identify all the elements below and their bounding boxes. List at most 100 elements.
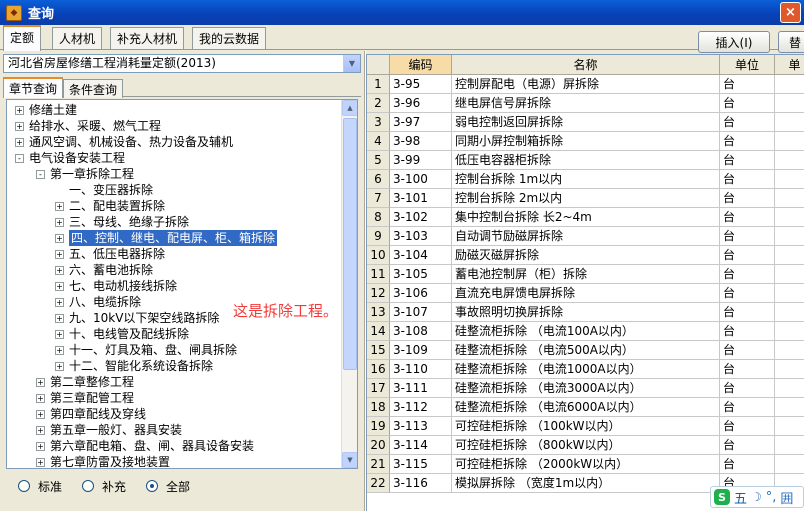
cell-name[interactable]: 直流充电屏馈电屏拆除 bbox=[452, 284, 720, 303]
cell-price[interactable]: 9 bbox=[775, 303, 804, 322]
header-unit[interactable]: 单位 bbox=[720, 55, 775, 75]
cell-unit[interactable]: 台 bbox=[720, 284, 775, 303]
cell-name[interactable]: 控制台拆除 1m以内 bbox=[452, 170, 720, 189]
cell-name[interactable]: 低压电容器柜拆除 bbox=[452, 151, 720, 170]
cell-code[interactable]: 3-97 bbox=[390, 113, 452, 132]
row-number[interactable]: 9 bbox=[367, 227, 390, 246]
cell-code[interactable]: 3-109 bbox=[390, 341, 452, 360]
tree-item[interactable]: + 第二章整修工程 bbox=[36, 374, 134, 390]
cell-price[interactable]: 2 bbox=[775, 322, 804, 341]
cell-price[interactable]: 8 bbox=[775, 132, 804, 151]
replace-button[interactable]: 替 bbox=[778, 31, 804, 53]
cell-unit[interactable]: 台 bbox=[720, 151, 775, 170]
row-number[interactable]: 6 bbox=[367, 170, 390, 189]
ime-mode[interactable]: 五 bbox=[734, 488, 747, 507]
table-row[interactable]: 83-102集中控制台拆除 长2~4m台5 bbox=[367, 208, 804, 227]
cell-price[interactable]: 3 bbox=[775, 417, 804, 436]
table-row[interactable]: 193-113可控硅柜拆除 （100kW以内）台3 bbox=[367, 417, 804, 436]
cell-name[interactable]: 控制屏配电（电源）屏拆除 bbox=[452, 75, 720, 94]
chevron-down-icon[interactable]: ▼ bbox=[343, 55, 360, 72]
cell-code[interactable]: 3-98 bbox=[390, 132, 452, 151]
tree-item[interactable]: + 给排水、采暖、燃气工程 bbox=[15, 118, 161, 134]
row-number[interactable]: 18 bbox=[367, 398, 390, 417]
cell-code[interactable]: 3-111 bbox=[390, 379, 452, 398]
cell-unit[interactable]: 台 bbox=[720, 265, 775, 284]
cell-code[interactable]: 3-95 bbox=[390, 75, 452, 94]
ime-toolbar[interactable]: S 五 ☽ °, 囲 bbox=[710, 486, 804, 508]
expand-icon[interactable]: + bbox=[36, 393, 45, 403]
cell-unit[interactable]: 台 bbox=[720, 322, 775, 341]
cell-price[interactable]: 1 bbox=[775, 75, 804, 94]
row-number[interactable]: 3 bbox=[367, 113, 390, 132]
row-number[interactable]: 12 bbox=[367, 284, 390, 303]
cell-name[interactable]: 事故照明切换屏拆除 bbox=[452, 303, 720, 322]
tree-item[interactable]: + 八、电缆拆除 bbox=[55, 294, 141, 310]
expand-icon[interactable]: + bbox=[15, 137, 24, 147]
expand-icon[interactable]: + bbox=[55, 361, 64, 371]
tree-item[interactable]: + 五、低压电器拆除 bbox=[55, 246, 165, 262]
cell-code[interactable]: 3-103 bbox=[390, 227, 452, 246]
scroll-thumb[interactable] bbox=[343, 118, 357, 370]
tree-item[interactable]: + 十一、灯具及箱、盘、闸具拆除 bbox=[55, 342, 237, 358]
row-number[interactable]: 14 bbox=[367, 322, 390, 341]
tree-item[interactable]: + 第三章配管工程 bbox=[36, 390, 134, 406]
cell-unit[interactable]: 台 bbox=[720, 170, 775, 189]
table-row[interactable]: 143-108硅整流柜拆除 （电流100A以内）台2 bbox=[367, 322, 804, 341]
expand-icon[interactable]: + bbox=[55, 201, 64, 211]
cell-price[interactable]: 5 bbox=[775, 208, 804, 227]
expand-icon[interactable]: + bbox=[55, 217, 64, 227]
tree-item[interactable]: - 电气设备安装工程 bbox=[15, 150, 125, 166]
cell-code[interactable]: 3-101 bbox=[390, 189, 452, 208]
radio-all[interactable]: 全部 bbox=[146, 478, 190, 494]
close-button[interactable]: × bbox=[780, 2, 801, 23]
expand-icon[interactable]: + bbox=[36, 409, 45, 419]
expand-icon[interactable]: + bbox=[55, 313, 64, 323]
table-row[interactable]: 163-110硅整流柜拆除 （电流1000A以内）台2 bbox=[367, 360, 804, 379]
row-number[interactable]: 15 bbox=[367, 341, 390, 360]
tree-scrollbar[interactable]: ▲ ▼ bbox=[341, 100, 357, 468]
row-number[interactable]: 8 bbox=[367, 208, 390, 227]
tab-chapter-query[interactable]: 章节查询 bbox=[3, 77, 64, 98]
row-number[interactable]: 17 bbox=[367, 379, 390, 398]
expand-icon[interactable]: + bbox=[55, 249, 64, 259]
row-number[interactable]: 20 bbox=[367, 436, 390, 455]
table-row[interactable]: 123-106直流充电屏馈电屏拆除台9 bbox=[367, 284, 804, 303]
cell-price[interactable]: 9 bbox=[775, 284, 804, 303]
table-row[interactable]: 13-95控制屏配电（电源）屏拆除台1 bbox=[367, 75, 804, 94]
expand-icon[interactable]: + bbox=[36, 425, 45, 435]
cell-name[interactable]: 硅整流柜拆除 （电流3000A以内） bbox=[452, 379, 720, 398]
cell-price[interactable]: 4 bbox=[775, 436, 804, 455]
header-name[interactable]: 名称 bbox=[452, 55, 720, 75]
cell-code[interactable]: 3-107 bbox=[390, 303, 452, 322]
cell-price[interactable]: 7 bbox=[775, 246, 804, 265]
punctuation-icon[interactable]: °, bbox=[766, 490, 777, 505]
cell-price[interactable]: 8 bbox=[775, 265, 804, 284]
radio-supplement[interactable]: 补充 bbox=[82, 478, 126, 494]
cell-code[interactable]: 3-108 bbox=[390, 322, 452, 341]
header-code[interactable]: 编码 bbox=[390, 55, 452, 75]
radio-standard[interactable]: 标准 bbox=[18, 478, 62, 494]
expand-icon[interactable]: + bbox=[55, 345, 64, 355]
cell-price[interactable]: 4 bbox=[775, 455, 804, 474]
cell-name[interactable]: 可控硅柜拆除 （2000kW以内） bbox=[452, 455, 720, 474]
tree-item[interactable]: + 修缮土建 bbox=[15, 102, 77, 118]
cell-price[interactable]: 6 bbox=[775, 227, 804, 246]
cell-unit[interactable]: 台 bbox=[720, 341, 775, 360]
cell-unit[interactable]: 台 bbox=[720, 132, 775, 151]
keyboard-icon[interactable]: 囲 bbox=[780, 488, 793, 507]
tree-item[interactable]: + 六、蓄电池拆除 bbox=[55, 262, 153, 278]
radio-icon[interactable] bbox=[82, 480, 94, 492]
expand-icon[interactable]: + bbox=[55, 265, 64, 275]
radio-checked-icon[interactable] bbox=[146, 480, 158, 492]
table-row[interactable]: 133-107事故照明切换屏拆除台9 bbox=[367, 303, 804, 322]
tab-labor-material-machine[interactable]: 人材机 bbox=[52, 27, 103, 49]
tree-item[interactable]: + 第七章防雷及接地装置 bbox=[36, 454, 170, 468]
header-price[interactable]: 单 bbox=[775, 55, 804, 75]
cell-unit[interactable]: 台 bbox=[720, 417, 775, 436]
tree-item[interactable]: + 通风空调、机械设备、热力设备及辅机 bbox=[15, 134, 233, 150]
cell-name[interactable]: 继电屏信号屏拆除 bbox=[452, 94, 720, 113]
expand-icon[interactable]: + bbox=[55, 281, 64, 291]
cell-unit[interactable]: 台 bbox=[720, 436, 775, 455]
cell-code[interactable]: 3-105 bbox=[390, 265, 452, 284]
cell-price[interactable]: 3 bbox=[775, 189, 804, 208]
